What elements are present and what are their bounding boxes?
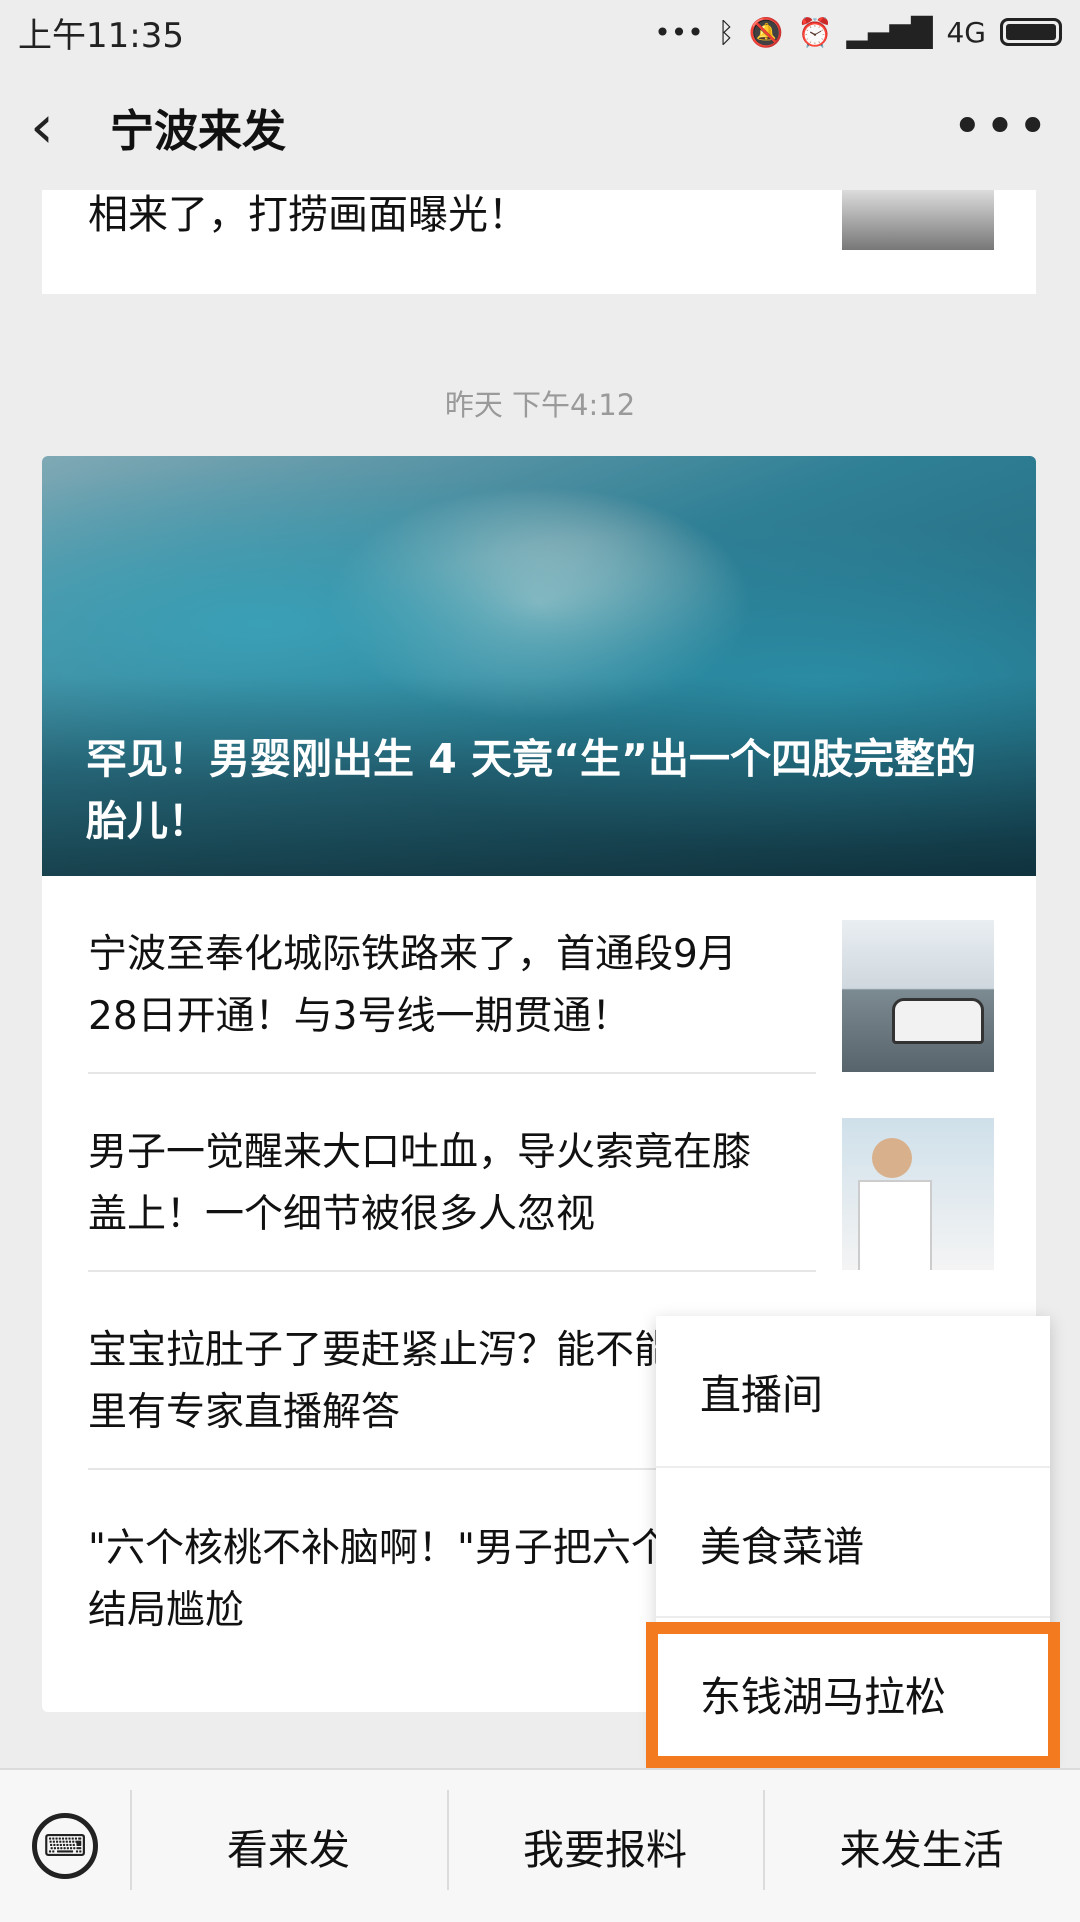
mute-icon: 🔕: [748, 15, 784, 49]
more-options-icon[interactable]: •••: [952, 97, 1050, 157]
doctor-thumbnail: [842, 1118, 994, 1270]
back-icon[interactable]: ‹: [30, 92, 100, 162]
menu-tab-kan-laifa[interactable]: 看来发: [130, 1790, 447, 1890]
list-item[interactable]: 男子一觉醒来大口吐血，导火索竟在膝盖上！一个细节被很多人忽视: [42, 1074, 1036, 1272]
network-label: 4G: [946, 15, 986, 49]
list-item[interactable]: 宁波至奉化城际铁路来了，首通段9月28日开通！与3号线一期贯通！: [42, 876, 1036, 1074]
menu-item-food-recipes[interactable]: 美食菜谱: [656, 1468, 1050, 1618]
article-title: 宁波至奉化城际铁路来了，首通段9月28日开通！与3号线一期贯通！: [88, 932, 737, 1039]
menu-tab-report[interactable]: 我要报料: [446, 1790, 764, 1890]
menu-tab-laifa-life[interactable]: 来发生活: [763, 1790, 1080, 1890]
menu-item-live-room[interactable]: 直播间: [656, 1316, 1050, 1466]
status-icons: ••• ᛒ 🔕 ⏰ ▂▄▆█ 4G: [654, 16, 1062, 49]
status-bar: 上午11:35 ••• ᛒ 🔕 ⏰ ▂▄▆█ 4G: [0, 0, 1080, 64]
highlight-box: [646, 1622, 1060, 1768]
article-title: 相来了，打捞画面曝光！: [88, 192, 528, 238]
battery-icon: [1000, 18, 1062, 46]
article-thumbnail: [842, 190, 994, 250]
bottom-menu-bar: ⌨ 看来发 我要报料 来发生活: [0, 1768, 1080, 1922]
train-thumbnail: [842, 920, 994, 1072]
hero-article[interactable]: 罕见！男婴刚出生 4 天竟“生”出一个四肢完整的胎儿！: [42, 456, 1036, 876]
hero-article-title: 罕见！男婴刚出生 4 天竟“生”出一个四肢完整的胎儿！: [86, 735, 976, 845]
status-time: 上午11:35: [18, 15, 184, 56]
keyboard-icon: ⌨: [32, 1813, 98, 1879]
more-dots-icon: •••: [654, 15, 704, 49]
alarm-icon: ⏰: [797, 15, 833, 49]
previous-article-card[interactable]: 相来了，打捞画面曝光！: [42, 190, 1036, 294]
keyboard-toggle-button[interactable]: ⌨: [0, 1770, 130, 1922]
article-title: 男子一觉醒来大口吐血，导火索竟在膝盖上！一个细节被很多人忽视: [88, 1130, 752, 1237]
signal-icon: ▂▄▆█: [846, 15, 933, 49]
message-timestamp: 昨天 下午4:12: [444, 388, 636, 422]
page-title: 宁波来发: [110, 106, 286, 157]
top-bar: ‹ 宁波来发 •••: [0, 64, 1080, 190]
bluetooth-icon: ᛒ: [717, 15, 735, 49]
